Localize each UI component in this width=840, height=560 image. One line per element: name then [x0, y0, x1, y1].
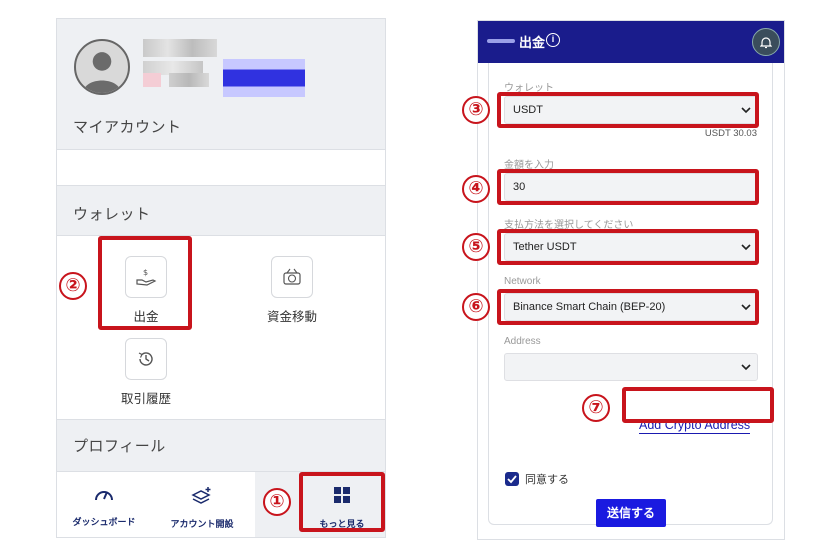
highlight-network: [497, 289, 759, 325]
info-icon[interactable]: i: [546, 33, 560, 47]
step-1-marker: ①: [263, 488, 291, 516]
nav-dashboard[interactable]: ダッシュボード: [59, 486, 149, 528]
user-avatar-icon: [74, 39, 130, 95]
redacted-highlight: [223, 59, 305, 97]
my-account-body: [57, 149, 385, 186]
address-select[interactable]: [504, 353, 758, 381]
wallet-heading[interactable]: ウォレット: [73, 203, 151, 224]
my-account-heading[interactable]: マイアカウント: [73, 116, 182, 137]
nav-dashboard-label: ダッシュボード: [72, 517, 136, 527]
step-4-marker: ④: [462, 175, 490, 203]
profile-heading[interactable]: プロフィール: [73, 435, 166, 456]
agree-label: 同意する: [525, 474, 569, 486]
highlight-amount: [497, 169, 759, 205]
step-7-marker: ⑦: [582, 394, 610, 422]
dashboard-gauge-icon: [95, 491, 113, 501]
nav-open-account[interactable]: アカウント開設: [157, 486, 247, 530]
top-bar: 出金 i: [478, 21, 784, 63]
redacted-badge: [143, 73, 161, 87]
highlight-wallet: [497, 92, 759, 128]
bell-icon[interactable]: [752, 28, 780, 56]
step-5-marker: ⑤: [462, 233, 490, 261]
highlight-withdraw: [98, 236, 192, 330]
agree-checkbox[interactable]: [505, 472, 519, 486]
history-icon: [125, 338, 167, 380]
history-tile[interactable]: 取引履歴: [101, 338, 191, 407]
check-icon: [507, 475, 517, 484]
wallet-balance: USDT 30.03: [704, 128, 757, 139]
highlight-add-crypto: [622, 387, 774, 423]
transfer-tile[interactable]: 資金移動: [247, 256, 337, 325]
highlight-more: [299, 472, 385, 532]
brand-logo: [487, 39, 515, 43]
submit-button[interactable]: 送信する: [596, 499, 666, 527]
stage: マイアカウント ウォレット $ 出金 資金移動 取引履歴 プロフィール ダッシュ…: [0, 0, 840, 560]
highlight-payment: [497, 229, 759, 265]
nav-open-account-label: アカウント開設: [170, 519, 234, 529]
history-label: 取引履歴: [120, 392, 171, 406]
redacted-id: [169, 73, 209, 87]
transfer-label: 資金移動: [266, 310, 317, 324]
network-label: Network: [504, 276, 541, 287]
page-title: 出金: [519, 35, 546, 50]
chevron-down-icon: [741, 364, 751, 371]
address-label: Address: [504, 336, 541, 347]
step-6-marker: ⑥: [462, 293, 490, 321]
account-open-icon: [191, 487, 211, 504]
step-3-marker: ③: [462, 96, 490, 124]
transfer-icon: [271, 256, 313, 298]
redacted-name: [143, 39, 217, 57]
step-2-marker: ②: [59, 272, 87, 300]
